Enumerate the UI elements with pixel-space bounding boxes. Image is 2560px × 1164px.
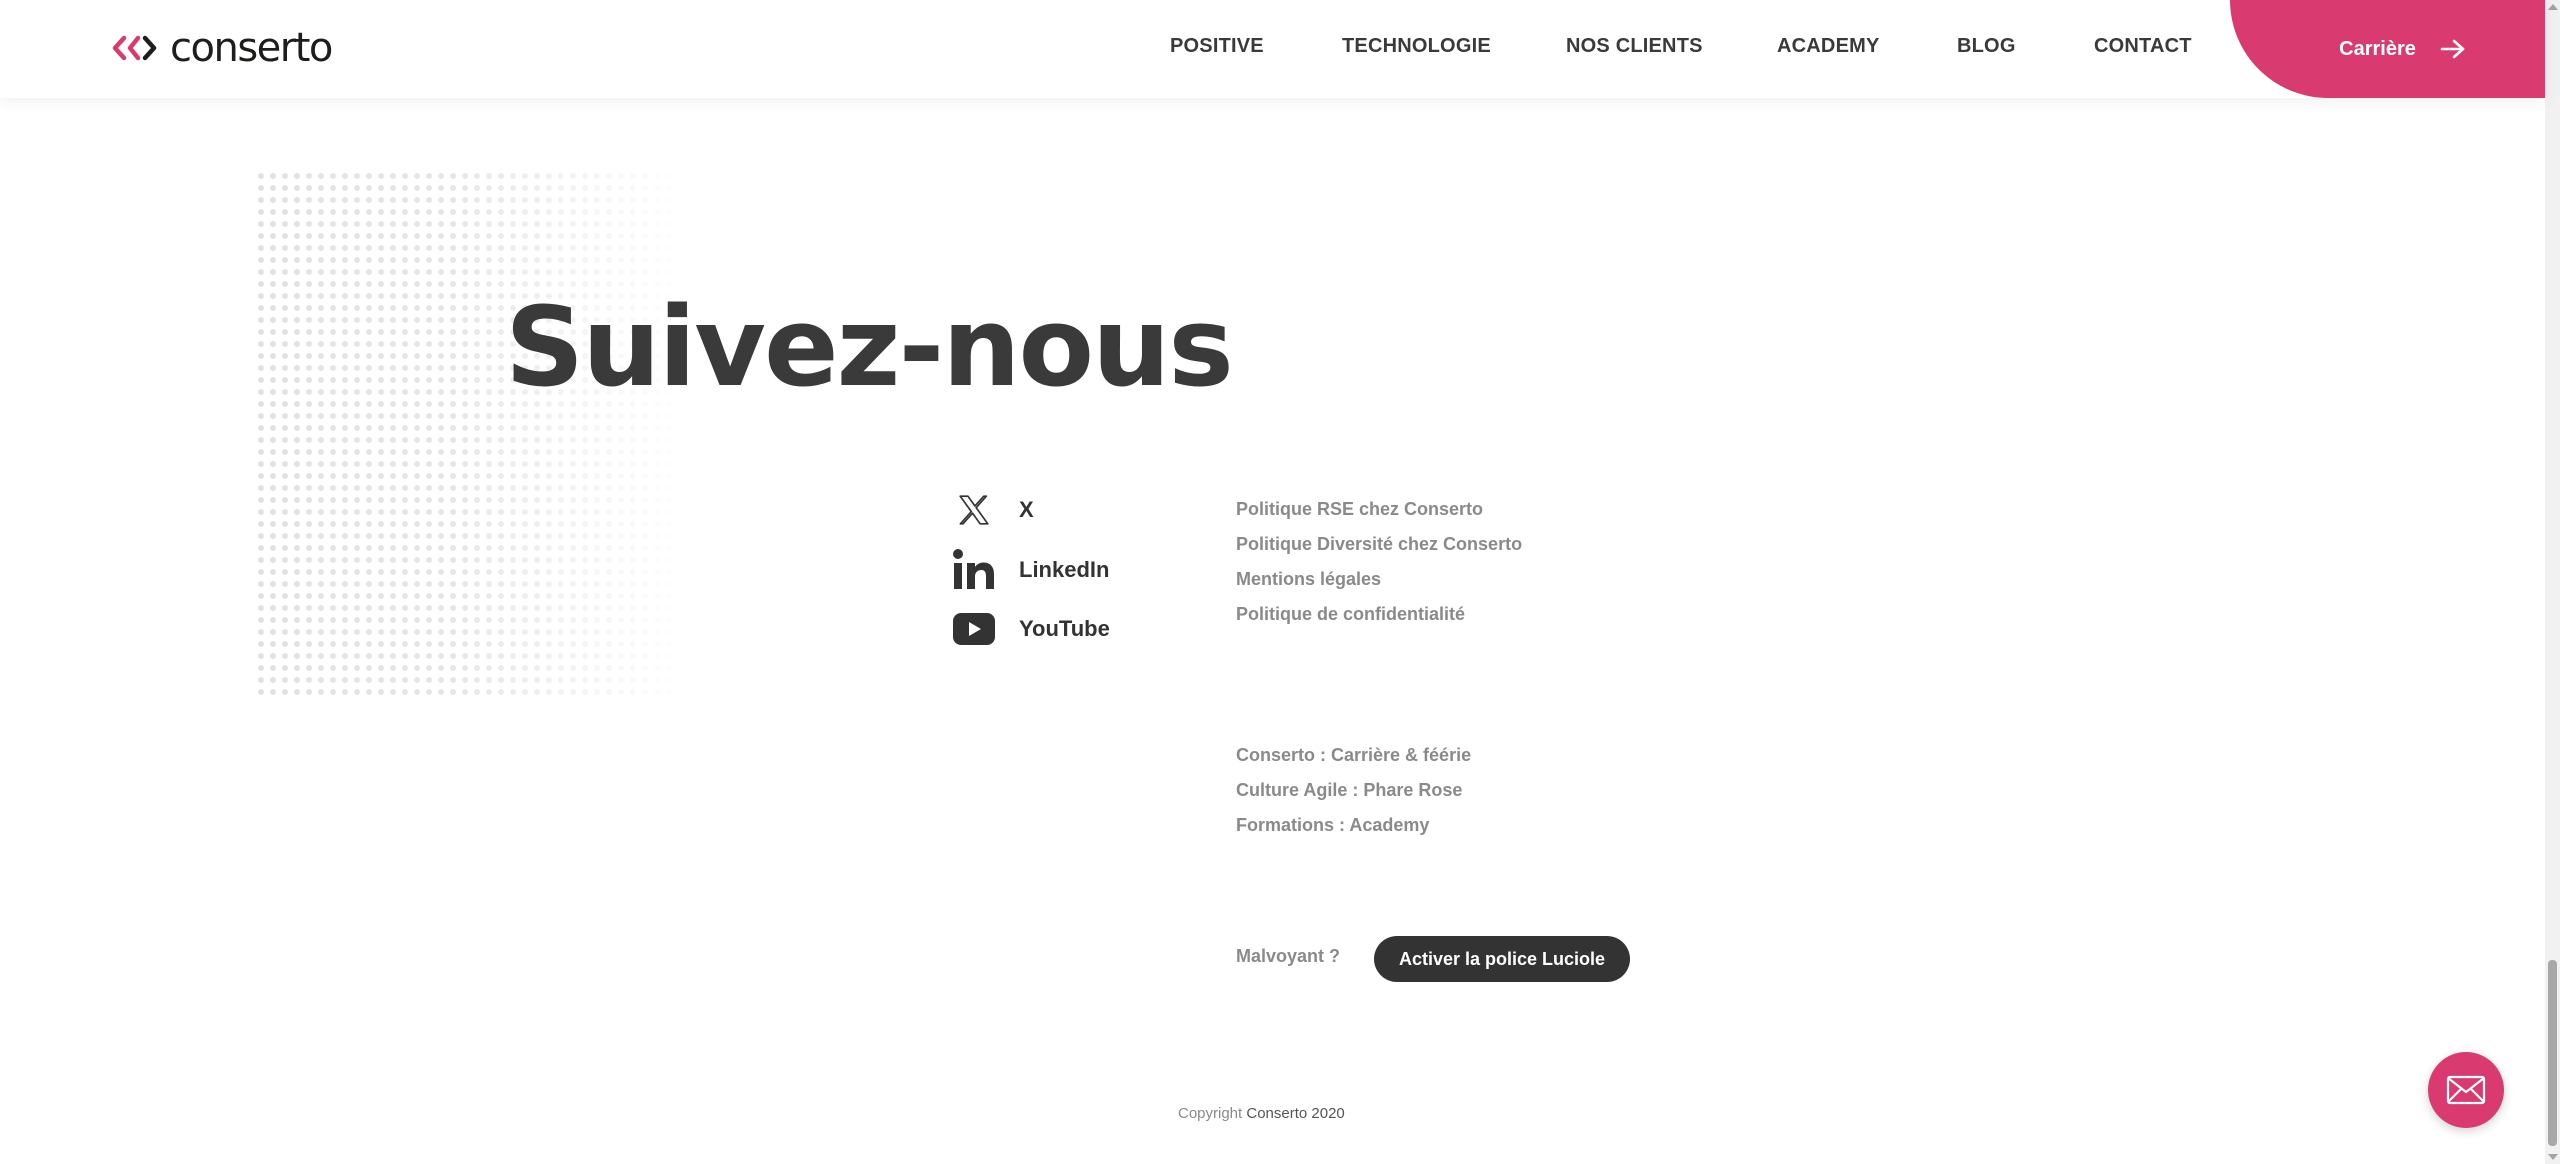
link-carriere-feerie[interactable]: Conserto : Carrière & féérie [1236, 745, 1471, 766]
career-button[interactable]: Carrière [2230, 0, 2545, 98]
contact-chat-button[interactable] [2428, 1052, 2504, 1128]
nav-positive[interactable]: POSITIVE [1170, 35, 1264, 58]
youtube-icon [953, 608, 995, 650]
social-label-x: X [1019, 497, 1034, 522]
nav-academy[interactable]: ACADEMY [1777, 35, 1880, 58]
social-link-youtube[interactable]: YouTube [953, 604, 1110, 654]
scroll-up-arrow-icon[interactable] [2548, 4, 2558, 10]
conserto-logo[interactable]: conserto [112, 22, 333, 74]
decorative-dot-pattern [255, 170, 685, 695]
nav-nos-clients[interactable]: NOS CLIENTS [1566, 35, 1703, 58]
logo-text: conserto [170, 25, 333, 71]
page-title: Suivez-nous [505, 283, 1234, 411]
copyright-prefix: Copyright [1178, 1105, 1243, 1122]
nav-blog[interactable]: BLOG [1957, 35, 2016, 58]
link-politique-diversite[interactable]: Politique Diversité chez Conserto [1236, 534, 1522, 555]
linkedin-icon [953, 549, 995, 591]
nav-contact[interactable]: CONTACT [2094, 35, 2192, 58]
logo-mark-icon [112, 35, 157, 61]
link-politique-rse[interactable]: Politique RSE chez Conserto [1236, 499, 1483, 520]
link-mentions-legales[interactable]: Mentions légales [1236, 569, 1381, 590]
link-culture-agile[interactable]: Culture Agile : Phare Rose [1236, 780, 1462, 801]
link-formations-academy[interactable]: Formations : Academy [1236, 815, 1429, 836]
link-politique-confidentialite[interactable]: Politique de confidentialité [1236, 604, 1465, 625]
copyright: Copyright Conserto 2020 [1178, 1105, 1345, 1122]
social-link-linkedin[interactable]: LinkedIn [953, 545, 1109, 595]
nav-technologie[interactable]: TECHNOLOGIE [1342, 35, 1491, 58]
activate-luciole-font-button[interactable]: Activer la police Luciole [1374, 936, 1630, 982]
arrow-right-icon [2440, 39, 2465, 59]
copyright-brand: Conserto 2020 [1246, 1105, 1345, 1122]
x-icon [953, 489, 995, 531]
site-header: conserto POSITIVE TECHNOLOGIE NOS CLIENT… [0, 0, 2545, 98]
mail-icon [2446, 1075, 2486, 1105]
social-link-x[interactable]: X [953, 485, 1034, 535]
page-scrollbar[interactable] [2545, 0, 2560, 1164]
social-label-youtube: YouTube [1019, 616, 1110, 641]
career-button-label: Carrière [2339, 37, 2416, 60]
social-label-linkedin: LinkedIn [1019, 557, 1110, 582]
scrollbar-thumb[interactable] [2548, 960, 2557, 1146]
accessibility-question: Malvoyant ? [1236, 946, 1341, 966]
scroll-down-arrow-icon[interactable] [2548, 1154, 2558, 1160]
